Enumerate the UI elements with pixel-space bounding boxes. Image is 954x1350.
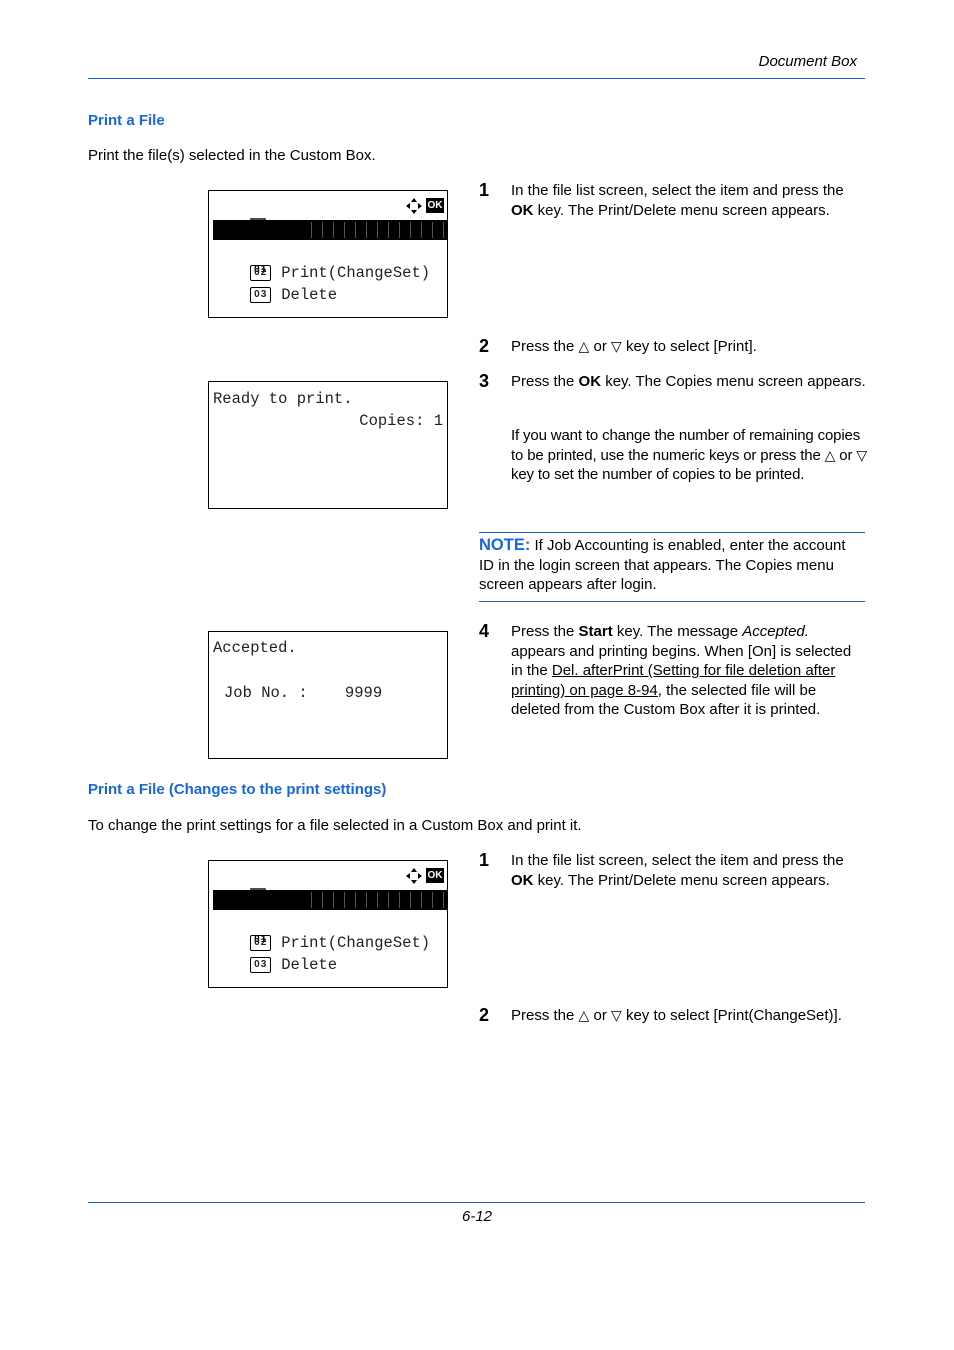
header-rule xyxy=(88,78,865,79)
step-1-text: In the file list screen, select the item… xyxy=(511,181,867,220)
section-intro: Print the file(s) selected in the Custom… xyxy=(88,147,376,164)
down-arrow-key-icon: ▽ xyxy=(611,338,622,354)
lcd-ready-line: Ready to print. xyxy=(213,390,353,408)
section-title-print-changeset: Print a File (Changes to the print setti… xyxy=(88,781,387,798)
step-text-part: Press the xyxy=(511,338,579,355)
four-way-arrow-icon xyxy=(406,868,422,884)
running-header-title: Document Box xyxy=(758,53,857,70)
ok-key-icon: OK xyxy=(426,868,444,883)
lcd-menu-item-delete[interactable]: 03 Delete xyxy=(213,265,447,304)
lcd-copies-screen: Ready to print. Copies: 1 xyxy=(208,381,448,509)
note-label: NOTE: xyxy=(479,536,531,554)
ok-key-icon: OK xyxy=(426,198,444,213)
footer-rule xyxy=(88,1202,865,1203)
step-text-part: or xyxy=(835,446,857,464)
up-arrow-key-icon: △ xyxy=(824,446,836,463)
lcd-menu-item-print[interactable]: 01 Print xyxy=(213,890,447,949)
step-2-text: Press the △ or ▽ key to select [Print]. xyxy=(511,337,867,357)
lcd-cell-grid xyxy=(301,222,447,238)
menu-item-label: Delete xyxy=(281,286,338,304)
ok-key-label: OK xyxy=(511,201,534,219)
note-box: NOTE: If Job Accounting is enabled, ente… xyxy=(479,532,865,602)
up-arrow-key-icon: △ xyxy=(578,338,590,354)
lcd-menu-item-print-changeset[interactable]: 02 Print(ChangeSet) xyxy=(213,913,447,952)
down-arrow-key-icon: ▽ xyxy=(856,446,867,463)
step-text-part: Press the xyxy=(511,1007,579,1024)
step-text-part: Press the xyxy=(511,373,579,390)
ok-key-label: OK xyxy=(578,373,602,390)
step-text-part: or xyxy=(589,338,611,355)
step-text-part: key. The Print/Delete menu screen appear… xyxy=(533,871,830,889)
item-number-badge: 03 xyxy=(250,956,272,973)
step-4-text: Press the Start key. The message Accepte… xyxy=(511,622,867,720)
note-text: NOTE: If Job Accounting is enabled, ente… xyxy=(479,536,859,595)
note-body: If Job Accounting is enabled, enter the … xyxy=(479,537,846,593)
lcd-accepted-line: Accepted. xyxy=(213,639,297,657)
step-number: 1 xyxy=(479,180,490,200)
down-arrow-key-icon: ▽ xyxy=(611,1007,622,1023)
step-text-part: key to select [Print(ChangeSet)]. xyxy=(621,1007,842,1024)
step-number: 3 xyxy=(479,371,490,391)
lcd-print-delete-menu-2: 0001 Dandoko: OK 01Print 02Print(ChangeS… xyxy=(208,860,448,988)
up-arrow-key-icon: △ xyxy=(578,1007,590,1023)
step-text-part: key. The Print/Delete menu screen appear… xyxy=(533,201,830,219)
step-number: 1 xyxy=(479,850,490,870)
section-intro: To change the print settings for a file … xyxy=(88,817,582,834)
lcd-menu-item-print-changeset[interactable]: 02 Print(ChangeSet) xyxy=(213,243,447,282)
step-text-part: or xyxy=(589,1007,611,1024)
lcd-menu-item-print[interactable]: 01 Print xyxy=(213,220,447,279)
step-text-part: key to set the number of copies to be pr… xyxy=(511,466,805,483)
step-1-text: In the file list screen, select the item… xyxy=(511,851,867,890)
lcd-print-delete-menu: 0001 Dandoko: OK 01Print 02Print(ChangeS… xyxy=(208,190,448,318)
step-text-part: key to select [Print]. xyxy=(621,338,757,355)
four-way-arrow-icon xyxy=(406,198,422,214)
section-title-print-a-file: Print a File xyxy=(88,112,165,129)
step-3-extra-text: If you want to change the number of rema… xyxy=(511,426,867,485)
lcd-copies-line: Copies: 1 xyxy=(359,412,443,430)
step-text-part: If you want to change the number of rema… xyxy=(511,427,861,464)
step-2-text: Press the △ or ▽ key to select [Print(Ch… xyxy=(511,1006,881,1026)
step-text-part: In the file list screen, select the item… xyxy=(511,852,844,869)
menu-item-label: Delete xyxy=(281,956,338,974)
lcd-menu-item-delete[interactable]: 03 Delete xyxy=(213,935,447,974)
step-text-part: key. The Copies menu screen appears. xyxy=(601,373,866,390)
start-key-label: Start xyxy=(578,623,613,640)
lcd-job-number-line: Job No. : 9999 xyxy=(224,684,383,702)
ok-key-label: OK xyxy=(511,871,534,889)
item-number-badge: 03 xyxy=(250,286,272,303)
step-number: 2 xyxy=(479,1005,490,1025)
step-text-part: key. The message xyxy=(612,623,743,640)
lcd-accepted-screen: Accepted. Job No. : 9999 xyxy=(208,631,448,759)
step-number: 2 xyxy=(479,336,490,356)
lcd-cell-grid xyxy=(301,892,447,908)
step-text-part: Press the xyxy=(511,623,579,640)
step-number: 4 xyxy=(479,621,490,641)
page-number: 6-12 xyxy=(461,1208,493,1225)
step-3-text: Press the OK key. The Copies menu screen… xyxy=(511,372,867,392)
step-text-part: In the file list screen, select the item… xyxy=(511,182,844,199)
accepted-message: Accepted. xyxy=(742,623,809,640)
